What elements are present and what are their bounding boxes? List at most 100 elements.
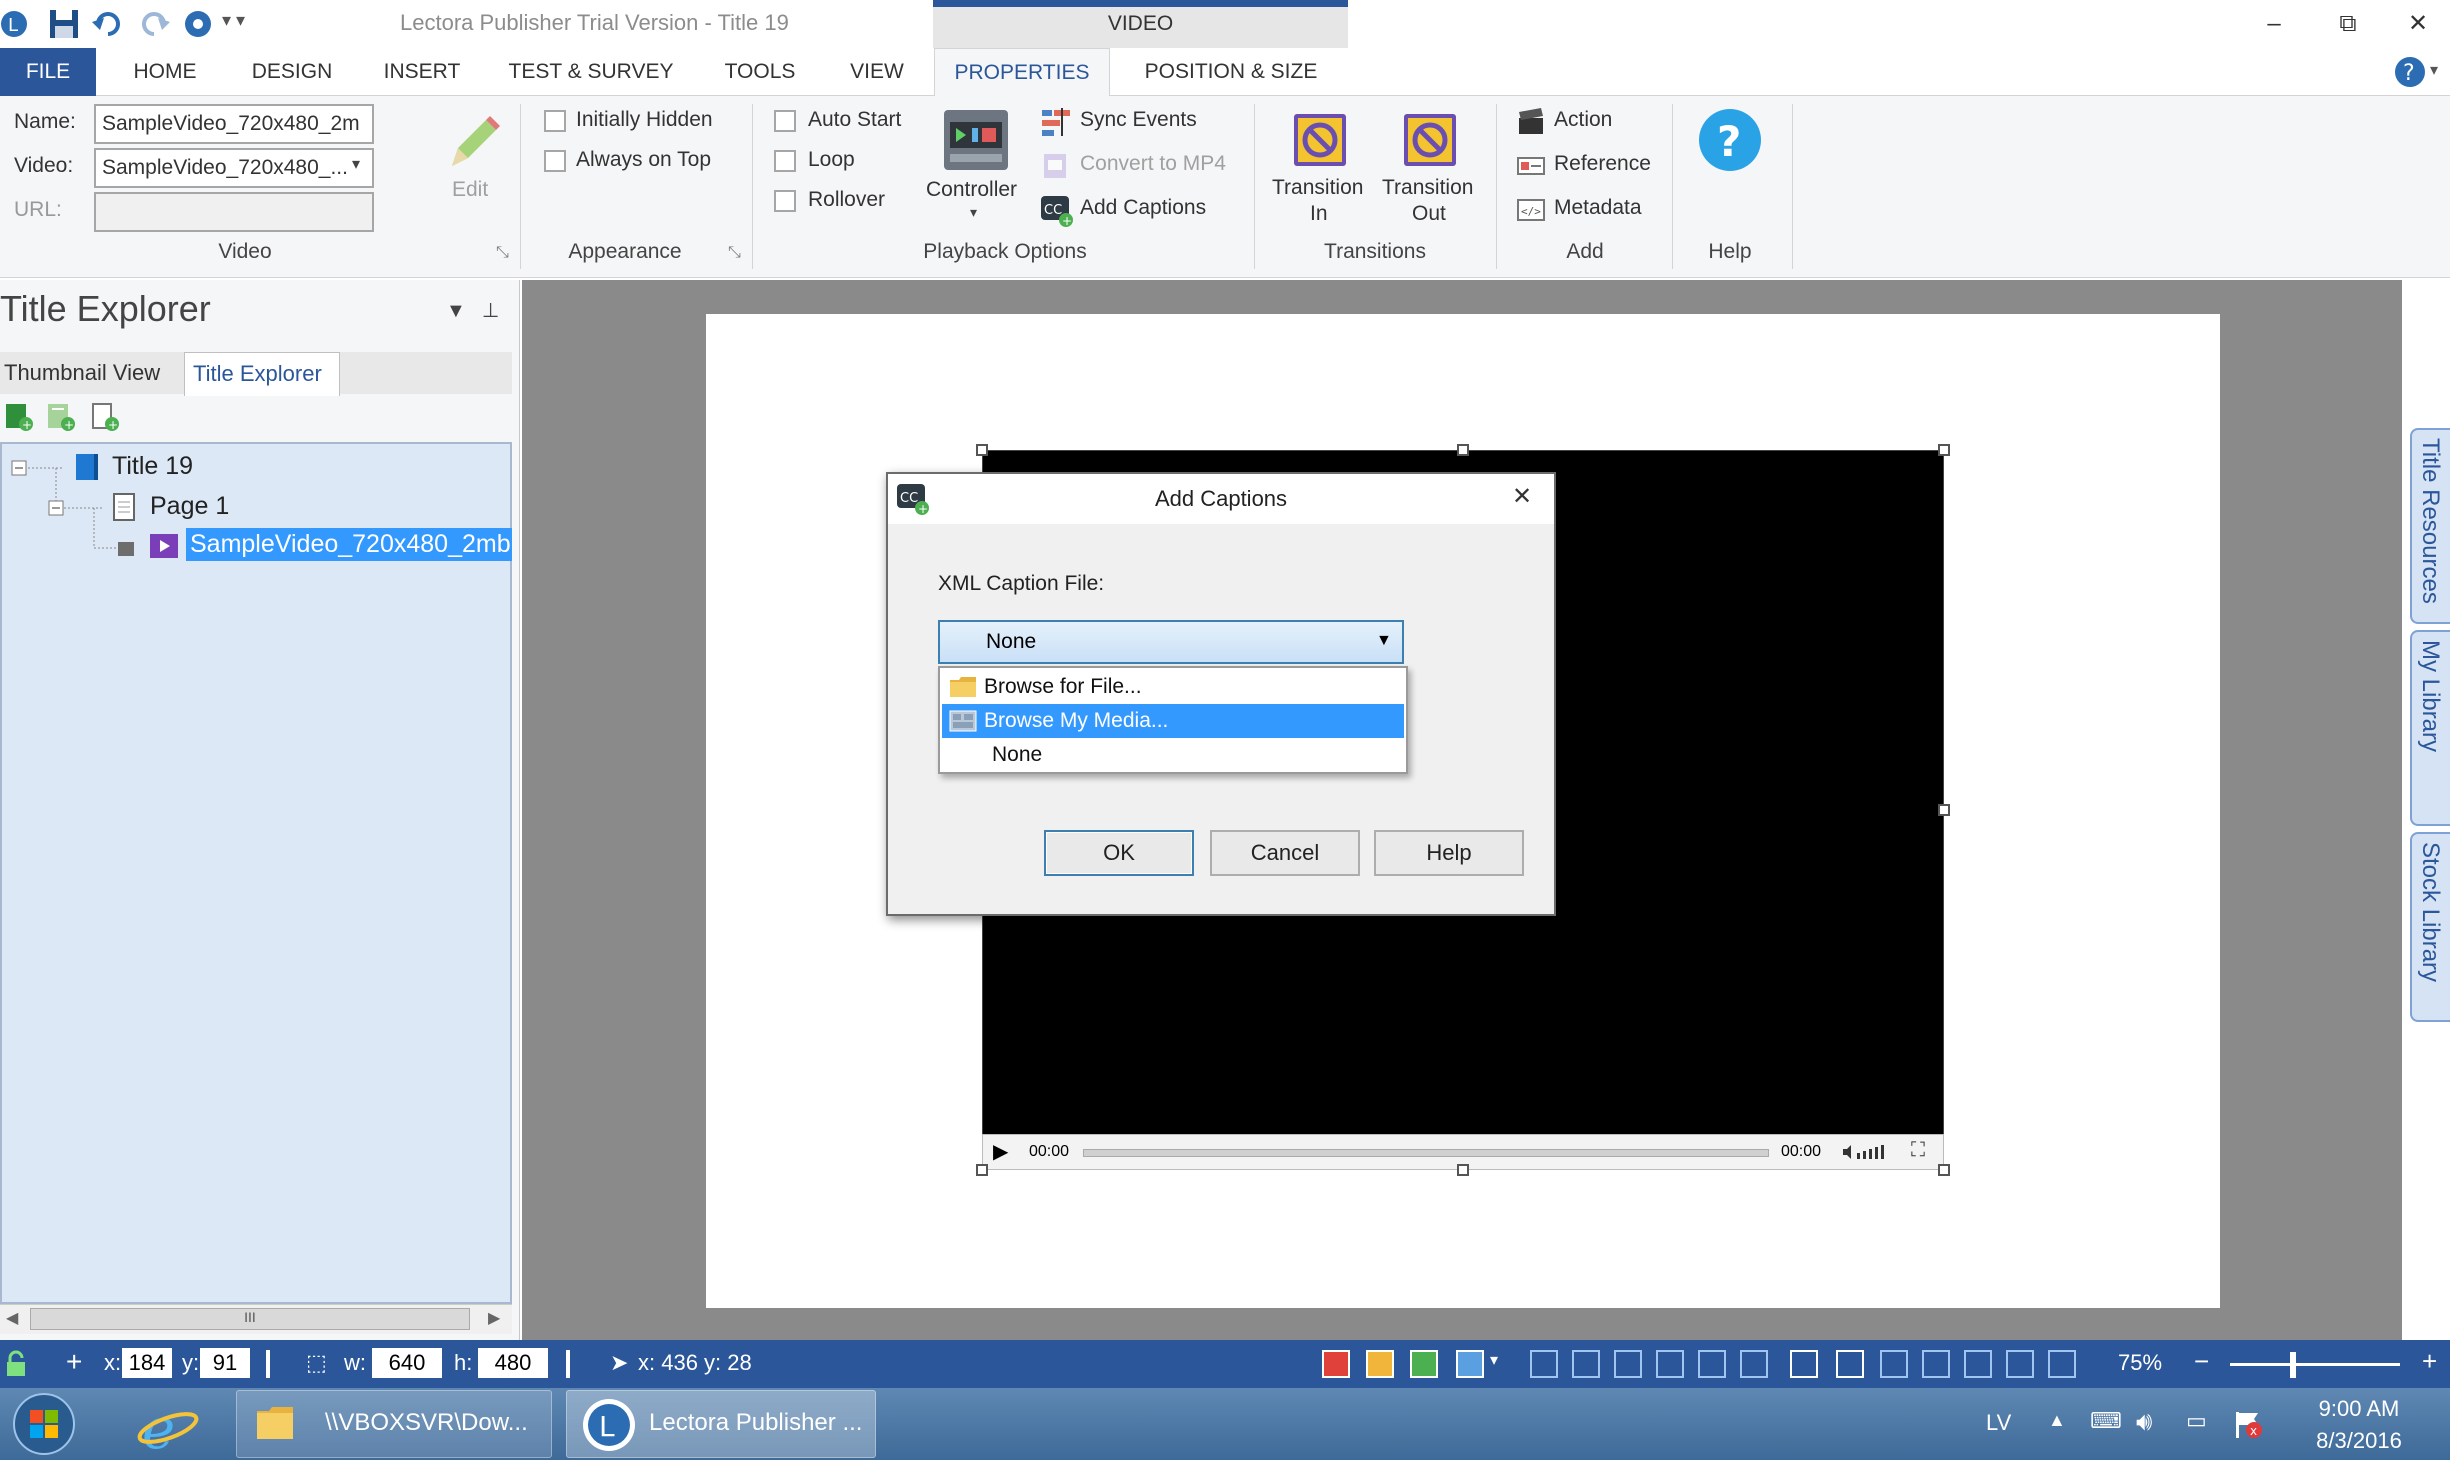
tab-file[interactable]: FILE: [0, 48, 96, 96]
url-field[interactable]: [94, 192, 374, 232]
resize-handle[interactable]: [1938, 444, 1950, 456]
spell-check-icon[interactable]: [1322, 1350, 1350, 1378]
center-horizontal-icon[interactable]: [1790, 1350, 1818, 1378]
dialog-close-button[interactable]: ✕: [1512, 482, 1532, 511]
sync-events-icon[interactable]: [1040, 106, 1072, 138]
preview-icon[interactable]: [1366, 1350, 1394, 1378]
action-label[interactable]: Action: [1554, 108, 1612, 132]
taskbar-item-explorer[interactable]: \\VBOXSVR\Dow...: [236, 1390, 552, 1458]
tab-tools[interactable]: TOOLS: [702, 48, 818, 96]
side-tab-title-resources[interactable]: Title Resources: [2410, 428, 2450, 624]
action-clapper-icon[interactable]: [1516, 106, 1546, 136]
xml-caption-file-dropdown[interactable]: None ▼: [938, 620, 1404, 664]
network-icon[interactable]: ▭: [2186, 1408, 2207, 1434]
controller-icon[interactable]: [942, 106, 1010, 176]
scroll-left-icon[interactable]: ◀: [6, 1308, 18, 1328]
volume-tray-icon[interactable]: 🔊︎: [2136, 1406, 2152, 1438]
loop-checkbox[interactable]: [774, 150, 796, 172]
volume-icon[interactable]: [1841, 1141, 1889, 1163]
minimize-button[interactable]: –: [2246, 6, 2302, 42]
align-top-icon[interactable]: [1656, 1350, 1684, 1378]
resize-handle[interactable]: [976, 444, 988, 456]
always-on-top-checkbox[interactable]: [544, 150, 566, 172]
auto-start-checkbox[interactable]: [774, 110, 796, 132]
resize-handle[interactable]: [976, 1164, 988, 1176]
rollover-checkbox[interactable]: [774, 190, 796, 212]
ok-button[interactable]: OK: [1044, 830, 1194, 876]
clock-date[interactable]: 8/3/2016: [2304, 1428, 2414, 1454]
tab-view[interactable]: VIEW: [834, 48, 920, 96]
edit-pencil-icon[interactable]: [438, 108, 508, 178]
edit-label[interactable]: Edit: [452, 178, 488, 202]
tab-properties[interactable]: PROPERTIES: [934, 48, 1110, 97]
option-browse-for-file[interactable]: Browse for File...: [942, 670, 1404, 704]
tab-design[interactable]: DESIGN: [236, 48, 348, 96]
x-value[interactable]: 184: [122, 1348, 172, 1378]
scroll-right-icon[interactable]: ▶: [488, 1308, 500, 1328]
transition-in-label-2[interactable]: In: [1310, 202, 1328, 226]
publish-chevron-icon[interactable]: ▾: [1490, 1350, 1498, 1370]
settings-gear-icon[interactable]: [180, 6, 216, 42]
zoom-out-button[interactable]: −: [2194, 1346, 2209, 1377]
add-page-icon[interactable]: +: [90, 402, 120, 432]
align-right-icon[interactable]: [1614, 1350, 1642, 1378]
align-center-icon[interactable]: [1572, 1350, 1600, 1378]
add-section-icon[interactable]: +: [46, 402, 76, 432]
cancel-button[interactable]: Cancel: [1210, 830, 1360, 876]
zoom-in-button[interactable]: +: [2422, 1346, 2437, 1377]
controller-chevron-icon[interactable]: ▾: [970, 204, 977, 221]
start-button-icon[interactable]: [6, 1392, 82, 1456]
tab-thumbnail-view[interactable]: Thumbnail View: [4, 360, 160, 386]
option-browse-my-media[interactable]: Browse My Media...: [942, 704, 1404, 738]
redo-icon[interactable]: [136, 6, 172, 42]
scrollbar-thumb[interactable]: III: [30, 1308, 470, 1330]
help-question-icon[interactable]: ?: [2392, 54, 2428, 90]
play-icon[interactable]: ▶: [993, 1139, 1008, 1164]
help-large-icon[interactable]: ?: [1696, 106, 1764, 174]
reference-icon[interactable]: [1516, 150, 1546, 180]
internet-explorer-icon[interactable]: e: [132, 1394, 202, 1460]
panel-menu-chevron-icon[interactable]: ▼: [446, 300, 466, 323]
customize-dropdown-icon[interactable]: ▾ ▾: [222, 10, 245, 31]
initially-hidden-checkbox[interactable]: [544, 110, 566, 132]
tab-home[interactable]: HOME: [110, 48, 220, 96]
metadata-icon[interactable]: </>: [1516, 194, 1546, 224]
run-icon[interactable]: [1410, 1350, 1438, 1378]
resize-handle[interactable]: [1457, 444, 1469, 456]
show-hidden-icons-icon[interactable]: ▲: [2048, 1410, 2066, 1431]
appearance-group-launcher-icon[interactable]: ⤡: [728, 244, 744, 261]
transition-out-icon[interactable]: [1400, 110, 1460, 170]
y-value[interactable]: 91: [200, 1348, 250, 1378]
controller-label[interactable]: Controller: [926, 178, 1017, 202]
w-value[interactable]: 640: [372, 1348, 442, 1378]
add-captions-cc-icon[interactable]: CC +: [1040, 194, 1074, 228]
tab-title-explorer[interactable]: Title Explorer: [184, 352, 340, 396]
sync-events-label[interactable]: Sync Events: [1080, 108, 1197, 132]
name-field[interactable]: SampleVideo_720x480_2m: [94, 104, 374, 144]
video-select[interactable]: SampleVideo_720x480_...: [94, 148, 374, 188]
side-tab-stock-library[interactable]: Stock Library: [2410, 832, 2450, 1022]
align-bottom-icon[interactable]: [1740, 1350, 1768, 1378]
app-logo-icon[interactable]: L: [0, 6, 36, 42]
undo-icon[interactable]: [90, 6, 126, 42]
taskbar-item-lectora[interactable]: L Lectora Publisher ...: [566, 1390, 876, 1458]
tree-item-title[interactable]: Title 19: [112, 452, 193, 481]
video-group-launcher-icon[interactable]: ⤡: [496, 244, 512, 261]
same-height-icon[interactable]: [2006, 1350, 2034, 1378]
transition-in-icon[interactable]: [1290, 110, 1350, 170]
usb-device-icon[interactable]: ⌨: [2090, 1408, 2122, 1434]
seek-bar[interactable]: [1083, 1149, 1769, 1157]
save-icon[interactable]: [46, 6, 82, 42]
add-chapter-icon[interactable]: +: [4, 402, 34, 432]
action-center-flag-icon[interactable]: x: [2232, 1408, 2264, 1440]
help-group-label[interactable]: Help: [1690, 240, 1770, 264]
transition-out-label-2[interactable]: Out: [1412, 202, 1446, 226]
clock-time[interactable]: 9:00 AM: [2304, 1396, 2414, 1422]
distribute-vertical-icon[interactable]: [1922, 1350, 1950, 1378]
option-none[interactable]: None: [942, 738, 1404, 772]
same-width-icon[interactable]: [1964, 1350, 1992, 1378]
restore-button[interactable]: ⧉: [2320, 6, 2376, 42]
center-vertical-icon[interactable]: [1836, 1350, 1864, 1378]
ribbon-options-chevron-icon[interactable]: ▾: [2430, 60, 2438, 80]
language-indicator[interactable]: LV: [1986, 1410, 2011, 1436]
